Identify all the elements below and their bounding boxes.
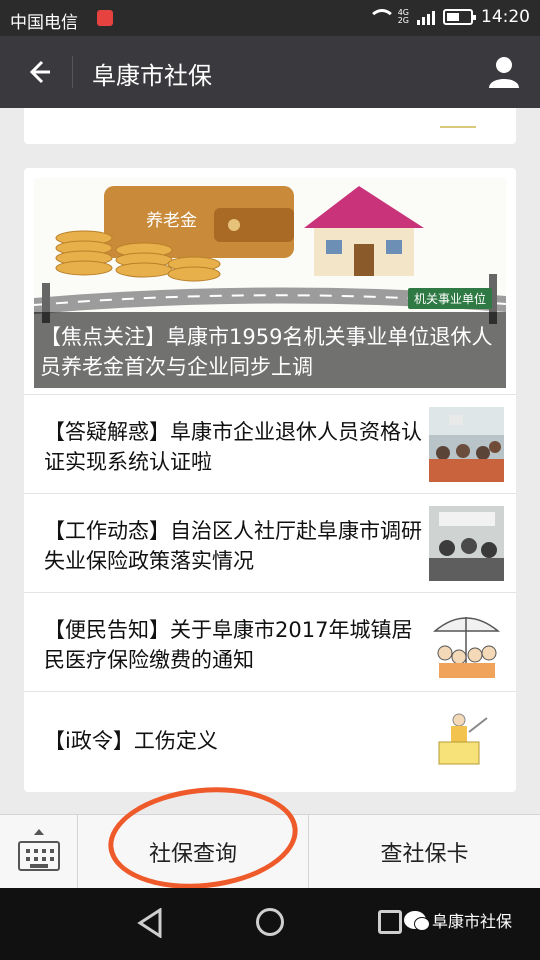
signal-icon (417, 9, 435, 25)
previous-article-thumbnail (440, 108, 476, 128)
article-item[interactable]: 【答疑解惑】阜康市企业退休人员资格认证实现系统认证啦 (24, 394, 516, 493)
previous-article-card[interactable] (24, 108, 516, 144)
article-thumbnail (429, 605, 504, 680)
keyboard-icon (18, 841, 60, 871)
watermark: 阜康市社保 (404, 908, 512, 932)
back-arrow-icon (29, 60, 50, 84)
article-title: 【答疑解惑】阜康市企业退休人员资格认证实现系统认证啦 (44, 420, 422, 474)
article-title: 【工作动态】自治区人社厅赴阜康市调研失业保险政策落实情况 (44, 519, 422, 573)
carrier-label: 中国电信 (10, 13, 78, 33)
article-thumbnail (429, 704, 504, 779)
nav-back-icon[interactable] (136, 908, 164, 938)
wifi-icon (367, 9, 396, 25)
clock: 14:20 (481, 7, 530, 27)
article-item[interactable]: 【便民告知】关于阜康市2017年城镇居民医疗保险缴费的通知 (24, 592, 516, 691)
back-button[interactable] (20, 54, 56, 90)
nav-recents-icon[interactable] (378, 910, 402, 934)
user-icon (489, 57, 519, 88)
navigation-bar: 阜康市社保 (0, 888, 540, 960)
keyboard-toggle-button[interactable] (0, 815, 78, 889)
hero-badge: 养老金 (146, 211, 197, 231)
article-item[interactable]: 【i政令】工伤定义 (24, 691, 516, 790)
wechat-icon (404, 911, 430, 931)
article-thumbnail (429, 506, 504, 581)
expand-arrow-icon (34, 829, 44, 835)
article-title: 【便民告知】关于阜康市2017年城镇居民医疗保险缴费的通知 (44, 618, 413, 672)
article-title: 【i政令】工伤定义 (44, 729, 218, 753)
nav-home-icon[interactable] (256, 908, 284, 936)
header-divider (72, 56, 73, 88)
profile-button[interactable] (486, 54, 522, 90)
article-group-card: 机关事业单位 养老金 【焦点关注】阜康市1959名机关事业单位退休人员养老金首次… (24, 168, 516, 792)
page-title: 阜康市社保 (92, 62, 212, 90)
article-item[interactable]: 【工作动态】自治区人社厅赴阜康市调研失业保险政策落实情况 (24, 493, 516, 592)
watermark-text: 阜康市社保 (432, 912, 513, 931)
battery-icon (443, 9, 476, 25)
status-bar: 中国电信 4G 2G 14:20 (0, 0, 540, 36)
article-thumbnail (429, 407, 504, 482)
hero-tag: 机关事业单位 (407, 288, 492, 309)
message-notification-icon (97, 10, 113, 26)
app-header: 阜康市社保 (0, 36, 540, 108)
hero-caption: 【焦点关注】阜康市1959名机关事业单位退休人员养老金首次与企业同步上调 (34, 312, 506, 388)
check-social-security-card-button[interactable]: 查社保卡 (309, 815, 540, 889)
network-type: 4G 2G (397, 8, 409, 25)
hero-article[interactable]: 机关事业单位 养老金 【焦点关注】阜康市1959名机关事业单位退休人员养老金首次… (34, 178, 506, 388)
